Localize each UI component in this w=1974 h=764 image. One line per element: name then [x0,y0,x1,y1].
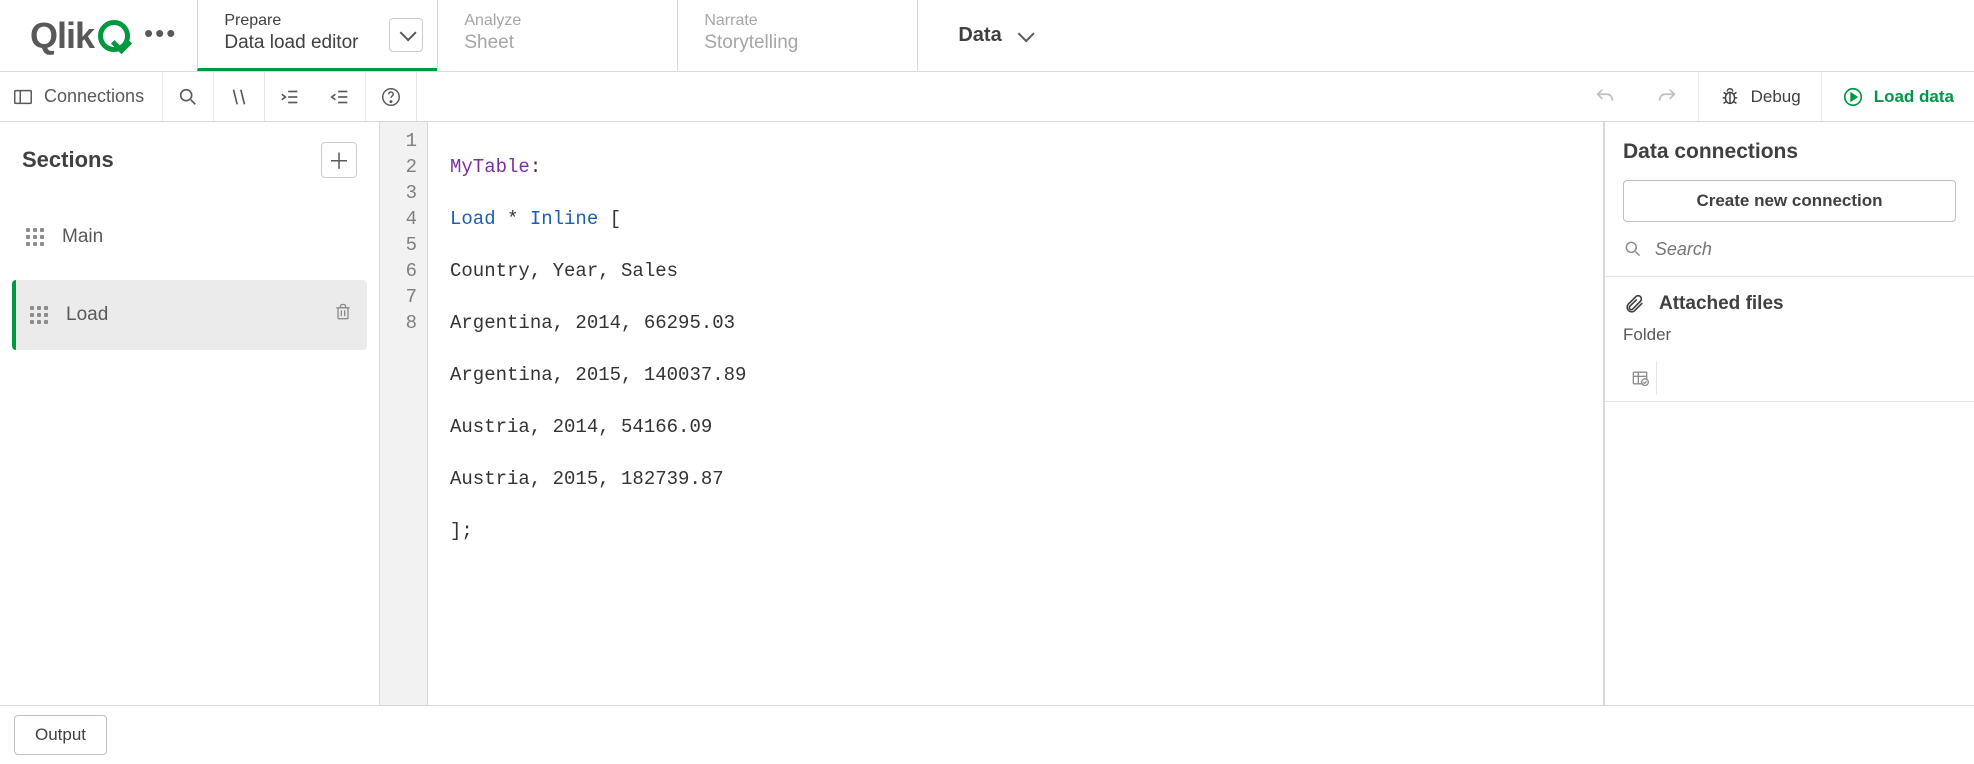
connections-search-input[interactable] [1655,239,1956,260]
debug-label: Debug [1751,87,1801,107]
section-item-main[interactable]: Main [12,202,367,272]
attached-files-title: Attached files [1659,293,1784,315]
data-connections-panel: Data connections Create new connection A… [1604,122,1974,705]
sections-sidebar: Sections ＋ Main Load [0,122,380,705]
line-number: 6 [380,258,417,284]
code-line: Austria, 2015, 182739.87 [450,466,746,492]
nav-data-dropdown[interactable]: Data [917,0,1069,71]
debug-button[interactable]: Debug [1698,72,1821,121]
logo-text: Qlik [30,15,94,57]
nav-tab-analyze[interactable]: Analyze Sheet [437,0,677,71]
more-menu-icon[interactable]: ••• [144,20,177,52]
nav-tab-prepare[interactable]: Prepare Data load editor [197,0,437,71]
delete-section-button[interactable] [333,302,353,328]
logo-area: Qlik ••• [0,0,197,71]
code-line: Argentina, 2015, 140037.89 [450,362,746,388]
connections-panel-toggle[interactable]: Connections [0,72,163,121]
section-item-load[interactable]: Load [12,280,367,350]
bug-icon [1719,86,1741,108]
chevron-down-icon [400,24,417,41]
load-data-button[interactable]: Load data [1821,72,1974,121]
outdent-button[interactable] [315,72,366,121]
search-icon [177,86,199,108]
toolbar: Connections Debug Load data [0,72,1974,122]
nav-narrate-small: Narrate [704,12,891,30]
outdent-icon [329,86,351,108]
prepare-dropdown-button[interactable] [389,18,423,52]
comment-toggle-button[interactable] [214,72,265,121]
folder-label: Folder [1605,323,1974,355]
indent-button[interactable] [265,72,315,121]
workarea: Sections ＋ Main Load 1 2 3 4 5 6 7 8 MyT… [0,122,1974,706]
section-label: Main [62,226,103,248]
help-button[interactable] [366,72,417,121]
line-number: 4 [380,206,417,232]
redo-icon [1656,86,1678,108]
create-connection-button[interactable]: Create new connection [1623,180,1956,222]
connections-search[interactable] [1605,238,1974,277]
paperclip-icon [1623,293,1645,315]
connections-title: Data connections [1623,140,1956,164]
nav-prepare-small: Prepare [224,12,411,30]
code-line: MyTable: [450,154,746,180]
top-nav: Qlik ••• Prepare Data load editor Analyz… [0,0,1974,72]
connections-label: Connections [44,86,144,107]
chevron-down-icon [1017,25,1034,42]
line-number: 3 [380,180,417,206]
attached-files-header: Attached files [1605,277,1974,323]
undo-button[interactable] [1574,72,1636,121]
code-line: Austria, 2014, 54166.09 [450,414,746,440]
indent-icon [279,86,301,108]
redo-button[interactable] [1636,72,1698,121]
nav-analyze-big: Sheet [464,32,651,54]
code-line: ]; [450,518,746,544]
code-line: Load * Inline [ [450,206,746,232]
code-line: Argentina, 2014, 66295.03 [450,310,746,336]
search-button[interactable] [163,72,214,121]
drag-handle-icon[interactable] [26,228,44,246]
nav-data-label: Data [958,24,1001,47]
line-number: 8 [380,310,417,336]
code-area[interactable]: MyTable: Load * Inline [ Country, Year, … [428,122,746,705]
load-data-label: Load data [1874,87,1954,107]
table-icon [1630,368,1650,388]
folder-actions [1605,355,1974,402]
select-data-button[interactable] [1623,361,1657,395]
line-number: 7 [380,284,417,310]
nav-analyze-small: Analyze [464,12,651,30]
footer: Output [0,706,1974,764]
script-editor[interactable]: 1 2 3 4 5 6 7 8 MyTable: Load * Inline [… [380,122,1604,705]
comment-icon [228,86,250,108]
line-number: 1 [380,128,417,154]
logo-q-icon [98,20,130,52]
add-section-button[interactable]: ＋ [321,142,357,178]
help-icon [380,86,402,108]
play-circle-icon [1842,86,1864,108]
nav-narrate-big: Storytelling [704,32,891,54]
connections-header: Data connections Create new connection [1605,122,1974,238]
nav-tab-narrate[interactable]: Narrate Storytelling [677,0,917,71]
trash-icon [333,302,353,322]
search-icon [1623,238,1643,260]
output-button[interactable]: Output [14,715,107,755]
undo-icon [1594,86,1616,108]
drag-handle-icon[interactable] [30,306,48,324]
sections-header: Sections ＋ [12,136,367,198]
sections-title: Sections [22,147,114,173]
qlik-logo[interactable]: Qlik [30,15,130,57]
code-line: Country, Year, Sales [450,258,746,284]
line-number: 5 [380,232,417,258]
line-number: 2 [380,154,417,180]
line-gutter: 1 2 3 4 5 6 7 8 [380,122,428,705]
toolbar-spacer [417,72,1574,121]
panel-icon [12,86,34,108]
section-label: Load [66,304,108,326]
nav-prepare-big: Data load editor [224,32,411,54]
